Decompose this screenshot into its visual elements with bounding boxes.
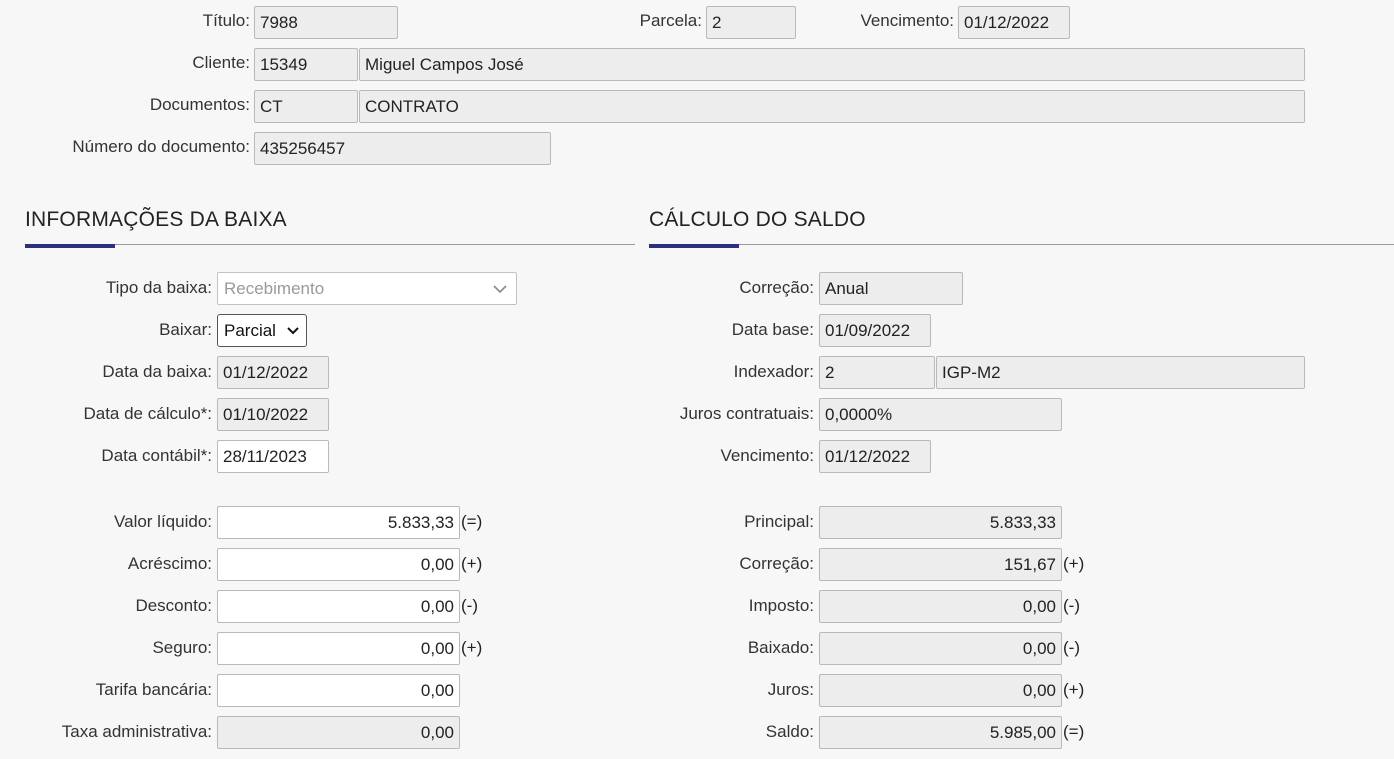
saldo-sign: (=) (1063, 722, 1085, 741)
cliente-name-field[interactable]: Miguel Campos José (359, 48, 1305, 81)
saldo-label: Saldo: (765, 722, 814, 741)
tipo-baixa-label: Tipo da baixa: (105, 278, 212, 297)
valor-liquido-field[interactable]: 5.833,33 (217, 506, 460, 539)
tarifa-bancaria-field[interactable]: 0,00 (217, 674, 460, 707)
calculo-saldo-divider (649, 244, 1394, 245)
data-contabil-label: Data contábil*: (101, 446, 212, 465)
principal-field[interactable]: 5.833,33 (819, 506, 1062, 539)
calculo-saldo-title: CÁLCULO DO SALDO (649, 208, 866, 231)
tarifa-bancaria-label: Tarifa bancária: (95, 680, 212, 699)
data-base-field[interactable]: 01/09/2022 (819, 314, 931, 347)
calculo-saldo-accent (649, 244, 739, 248)
cliente-label: Cliente: (192, 53, 250, 72)
data-contabil-field[interactable]: 28/11/2023 (217, 440, 329, 473)
chevron-down-icon (493, 285, 507, 294)
baixado-sign: (-) (1063, 638, 1080, 657)
baixar-label: Baixar: (159, 320, 212, 339)
parcela-label: Parcela: (639, 11, 702, 30)
informacoes-baixa-divider (25, 244, 635, 245)
correcao-valor-sign: (+) (1063, 554, 1085, 573)
seguro-sign: (+) (461, 638, 483, 657)
taxa-administrativa-field[interactable]: 0,00 (217, 716, 460, 749)
juros-contratuais-label: Juros contratuais: (679, 404, 814, 423)
seguro-field[interactable]: 0,00 (217, 632, 460, 665)
indexador-code-field[interactable]: 2 (819, 356, 935, 389)
taxa-administrativa-label: Taxa administrativa: (61, 722, 212, 741)
desconto-label: Desconto: (135, 596, 212, 615)
saldo-vencimento-label: Vencimento: (720, 446, 814, 465)
numero-documento-label: Número do documento: (72, 137, 250, 156)
cliente-code-field[interactable]: 15349 (254, 48, 358, 81)
saldo-vencimento-field[interactable]: 01/12/2022 (819, 440, 931, 473)
indexador-label: Indexador: (733, 362, 814, 381)
imposto-field[interactable]: 0,00 (819, 590, 1062, 623)
correcao-tipo-field[interactable]: Anual (819, 272, 963, 305)
baixar-value: Parcial (224, 321, 276, 340)
tipo-baixa-select[interactable]: Recebimento (217, 272, 517, 305)
informacoes-baixa-title: INFORMAÇÕES DA BAIXA (25, 208, 287, 231)
indexador-name-field[interactable]: IGP-M2 (936, 356, 1305, 389)
acrescimo-field[interactable]: 0,00 (217, 548, 460, 581)
titulo-label: Título: (202, 11, 250, 30)
correcao-tipo-label: Correção: (739, 278, 814, 297)
valor-liquido-sign: (=) (461, 512, 483, 531)
valor-liquido-label: Valor líquido: (114, 512, 212, 531)
correcao-valor-field[interactable]: 151,67 (819, 548, 1062, 581)
correcao-valor-label: Correção: (739, 554, 814, 573)
baixar-select[interactable]: Parcial (217, 314, 307, 347)
desconto-sign: (-) (461, 596, 478, 615)
principal-label: Principal: (744, 512, 814, 531)
data-calculo-label: Data de cálculo*: (83, 404, 212, 423)
acrescimo-sign: (+) (461, 554, 483, 573)
imposto-sign: (-) (1063, 596, 1080, 615)
data-baixa-field[interactable]: 01/12/2022 (217, 356, 329, 389)
data-baixa-label: Data da baixa: (102, 362, 212, 381)
vencimento-label: Vencimento: (860, 11, 954, 30)
informacoes-baixa-accent (25, 244, 115, 248)
documentos-label: Documentos: (149, 95, 250, 114)
data-base-label: Data base: (731, 320, 814, 339)
juros-label: Juros: (767, 680, 814, 699)
vencimento-field[interactable]: 01/12/2022 (958, 6, 1070, 39)
juros-sign: (+) (1063, 680, 1085, 699)
titulo-field[interactable]: 7988 (254, 6, 398, 39)
tipo-baixa-value: Recebimento (224, 279, 325, 298)
chevron-down-icon (287, 327, 299, 335)
juros-field[interactable]: 0,00 (819, 674, 1062, 707)
imposto-label: Imposto: (748, 596, 814, 615)
baixado-field[interactable]: 0,00 (819, 632, 1062, 665)
documentos-code-field[interactable]: CT (254, 90, 358, 123)
documentos-name-field[interactable]: CONTRATO (359, 90, 1305, 123)
numero-documento-field[interactable]: 435256457 (254, 132, 551, 165)
juros-contratuais-field[interactable]: 0,0000% (819, 398, 1062, 431)
baixado-label: Baixado: (747, 638, 814, 657)
parcela-field[interactable]: 2 (706, 6, 796, 39)
desconto-field[interactable]: 0,00 (217, 590, 460, 623)
acrescimo-label: Acréscimo: (127, 554, 212, 573)
data-calculo-field[interactable]: 01/10/2022 (217, 398, 329, 431)
seguro-label: Seguro: (152, 638, 212, 657)
saldo-field[interactable]: 5.985,00 (819, 716, 1062, 749)
